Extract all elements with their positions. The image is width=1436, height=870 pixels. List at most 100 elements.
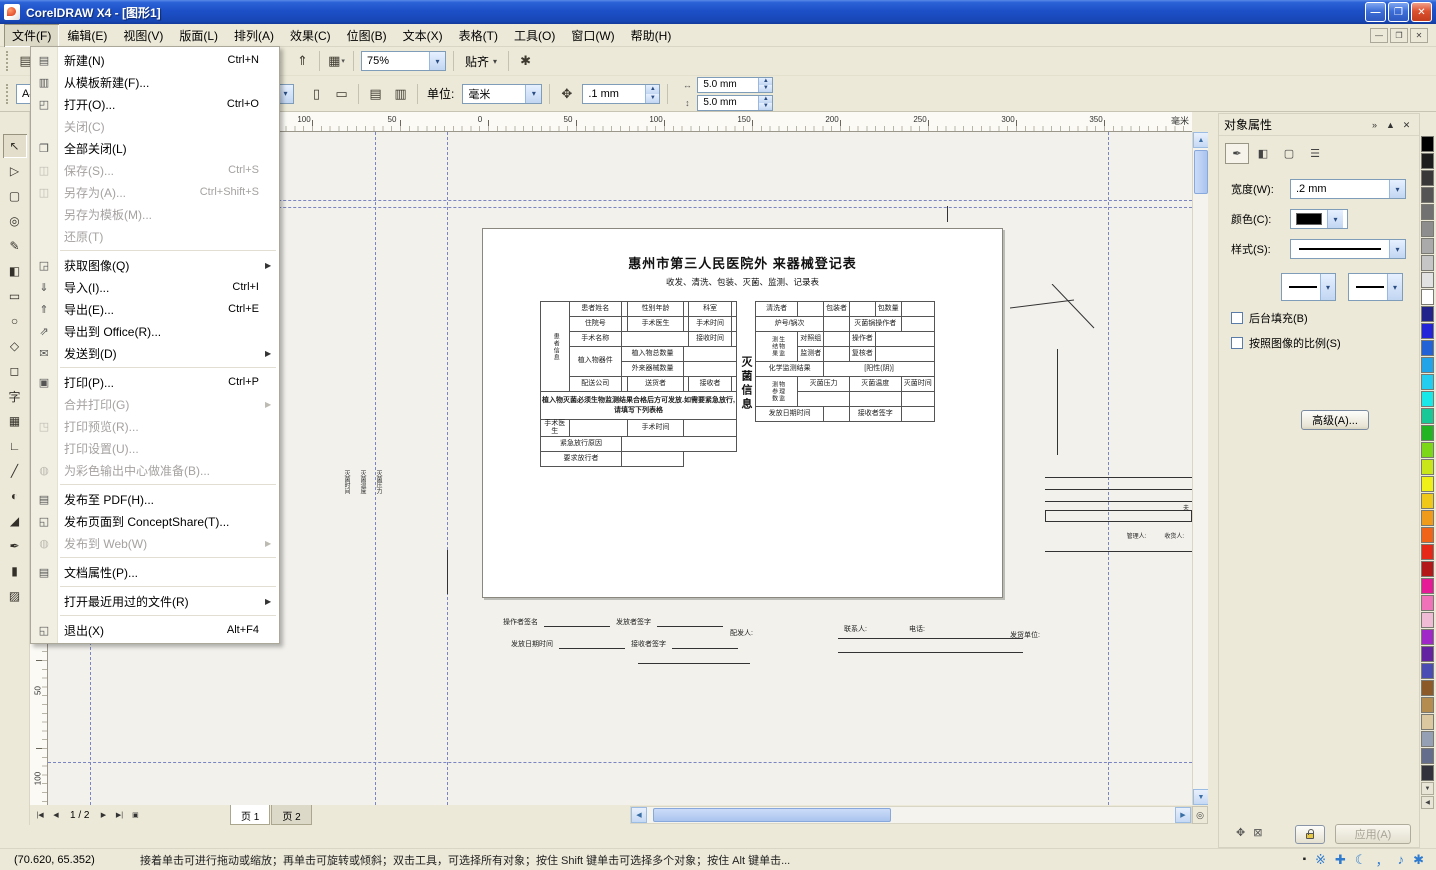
next-page-button[interactable]: ▶ (95, 807, 111, 823)
nudge-offset-spinner[interactable]: .1 mm ▲ ▼ (582, 84, 660, 104)
shape-tool[interactable]: ▷ (3, 159, 27, 183)
color-swatch[interactable] (1421, 612, 1434, 628)
color-swatch[interactable] (1421, 748, 1434, 764)
file-menu-item[interactable]: ◱发布页面到 ConceptShare(T)... (31, 510, 279, 532)
color-swatch[interactable] (1421, 493, 1434, 509)
fill-indicator-icon[interactable]: ✥ (1236, 826, 1245, 839)
crop-tool[interactable]: ▢ (3, 184, 27, 208)
scroll-up-icon[interactable]: ▲ (1193, 132, 1209, 148)
spin-up-icon[interactable]: ▲ (759, 78, 772, 85)
behind-fill-checkbox[interactable] (1231, 312, 1243, 324)
dimension-tool[interactable]: ∟ (3, 434, 27, 458)
color-swatch[interactable] (1421, 629, 1434, 645)
chevron-down-icon[interactable]: ▾ (1389, 180, 1405, 198)
line-object[interactable] (447, 550, 448, 594)
file-menu-item[interactable]: ◰打开(O)...Ctrl+O (31, 93, 279, 115)
dimension-arrow-object[interactable] (1010, 284, 1098, 330)
docker-collapse-icon[interactable]: » (1367, 117, 1382, 132)
portrait-button[interactable]: ▯ (305, 82, 328, 105)
color-swatch[interactable] (1421, 697, 1434, 713)
maximize-button[interactable]: ❐ (1388, 2, 1409, 22)
export-button[interactable]: ⇑ (291, 50, 314, 73)
spin-down-icon[interactable]: ▼ (646, 94, 659, 103)
mic-icon[interactable]: ♪ (1398, 852, 1405, 867)
minimize-button[interactable]: — (1365, 2, 1386, 22)
chevron-down-icon[interactable]: ▾ (1320, 274, 1335, 300)
color-swatch[interactable] (1421, 544, 1434, 560)
interactive-fill-tool[interactable]: ▨ (3, 584, 27, 608)
table-tool[interactable]: ▦ (3, 409, 27, 433)
interactive-blend-tool[interactable]: ◐ (3, 484, 27, 508)
color-swatch[interactable] (1421, 374, 1434, 390)
close-button[interactable]: ✕ (1411, 2, 1432, 22)
file-menu-item[interactable]: ⇗导出到 Office(R)... (31, 320, 279, 342)
color-swatch[interactable] (1421, 578, 1434, 594)
color-swatch[interactable] (1421, 306, 1434, 322)
scroll-right-icon[interactable]: ▶ (1175, 807, 1191, 823)
color-swatch[interactable] (1421, 646, 1434, 662)
chevron-down-icon[interactable]: ▾ (1387, 274, 1402, 300)
options-button[interactable]: ✱ (514, 50, 537, 73)
menubar-item[interactable]: 工具(O) (506, 24, 563, 47)
eyedropper-tool[interactable]: ◢ (3, 509, 27, 533)
scroll-down-icon[interactable]: ▼ (1193, 789, 1209, 805)
color-swatch[interactable] (1421, 357, 1434, 373)
color-swatch[interactable] (1421, 663, 1434, 679)
horizontal-scrollbar[interactable]: ◀ ▶ (630, 806, 1192, 824)
menubar-item[interactable]: 视图(V) (115, 24, 171, 47)
lock-button[interactable] (1295, 825, 1325, 844)
file-menu-item[interactable]: ▤新建(N)Ctrl+N (31, 49, 279, 71)
paw-icon[interactable]: ※ (1315, 852, 1326, 868)
ellipse-tool[interactable]: ○ (3, 309, 27, 333)
menubar-item[interactable]: 编辑(E) (59, 24, 115, 47)
docker-splitter[interactable] (1208, 132, 1218, 805)
current-page-layout-button[interactable]: ▤ (364, 82, 387, 105)
menubar-item[interactable]: 效果(C) (282, 24, 339, 47)
color-swatch[interactable] (1421, 476, 1434, 492)
file-menu-item[interactable]: ◲获取图像(Q)▶ (31, 254, 279, 276)
chevron-down-icon[interactable]: ▾ (525, 85, 541, 103)
color-swatch[interactable] (1421, 255, 1434, 271)
menubar-item[interactable]: 排列(A) (226, 24, 282, 47)
guideline[interactable] (447, 132, 448, 805)
pick-tool[interactable]: ↖ (3, 134, 27, 158)
color-swatch[interactable] (1421, 714, 1434, 730)
polygon-tool[interactable]: ◇ (3, 334, 27, 358)
toolbar-grip[interactable] (6, 51, 9, 71)
color-swatch[interactable] (1421, 408, 1434, 424)
duplicate-x-spinner[interactable]: 5.0 mm ▲▼ (697, 77, 773, 93)
menubar-item[interactable]: 版面(L) (171, 24, 226, 47)
menubar-item[interactable]: 表格(T) (451, 24, 506, 47)
scroll-left-icon[interactable]: ◀ (631, 807, 647, 823)
chevron-down-icon[interactable]: ▾ (1389, 240, 1405, 258)
color-swatch[interactable] (1421, 391, 1434, 407)
file-menu-item[interactable]: ⇓导入(I)...Ctrl+I (31, 276, 279, 298)
file-menu-item[interactable]: 打开最近用过的文件(R)▶ (31, 590, 279, 612)
file-menu-item[interactable]: ◱退出(X)Alt+F4 (31, 619, 279, 641)
menubar-item[interactable]: 文件(F) (4, 24, 59, 47)
gear-icon[interactable]: ✱ (1413, 852, 1424, 868)
menubar-item[interactable]: 窗口(W) (563, 24, 622, 47)
comma-icon[interactable]: ， (1376, 850, 1389, 869)
guideline[interactable] (1108, 132, 1109, 805)
color-swatch[interactable] (1421, 680, 1434, 696)
color-swatch[interactable] (1421, 595, 1434, 611)
chevron-down-icon[interactable]: ▾ (429, 52, 445, 70)
spin-down-icon[interactable]: ▼ (759, 85, 772, 92)
outline-color-combo[interactable]: ▾ (1290, 209, 1348, 229)
units-combo[interactable]: 毫米 ▾ (462, 84, 542, 104)
fill-tab[interactable]: ◧ (1251, 143, 1275, 164)
fill-tool[interactable]: ▮ (3, 559, 27, 583)
color-swatch[interactable] (1421, 204, 1434, 220)
outline-width-combo[interactable]: .2 mm ▾ (1290, 179, 1406, 199)
first-page-button[interactable]: |◀ (32, 807, 48, 823)
color-swatch[interactable] (1421, 221, 1434, 237)
application-launcher-button[interactable]: ▦▾ (325, 50, 348, 73)
vertical-scrollbar[interactable]: ▲ ▼ (1192, 132, 1208, 805)
text-tool[interactable]: 字 (3, 384, 27, 408)
line-object[interactable] (947, 206, 948, 222)
palette-scroll-down-icon[interactable]: ▼ (1421, 782, 1434, 795)
summary-tab[interactable]: ☰ (1303, 143, 1327, 164)
menubar-item[interactable]: 文本(X) (395, 24, 451, 47)
freehand-tool[interactable]: ✎ (3, 234, 27, 258)
